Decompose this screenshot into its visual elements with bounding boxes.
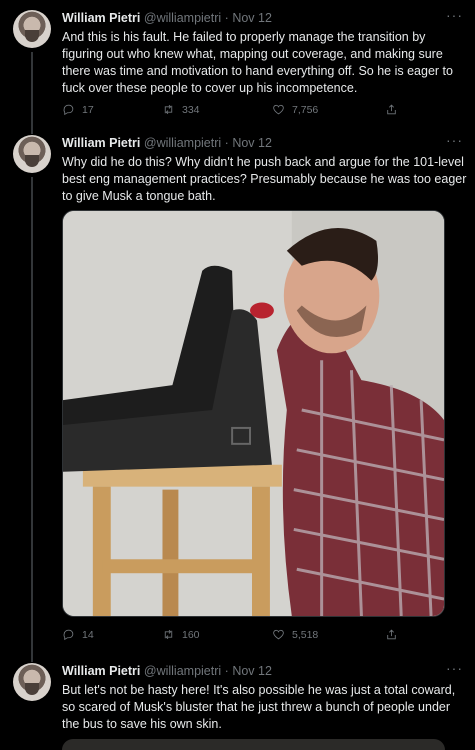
thread-line — [31, 52, 33, 128]
thread-line — [31, 650, 33, 662]
tweet-header: William Pietri @williampietri · Nov 12 — [62, 136, 272, 150]
share-button[interactable] — [385, 628, 398, 641]
tweet-text: But let's not be hasty here! It's also p… — [62, 683, 456, 731]
share-button[interactable] — [385, 103, 398, 116]
separator: · — [224, 11, 229, 25]
share-icon — [387, 104, 396, 115]
retweet-count: 160 — [182, 628, 200, 641]
retweet-button[interactable]: 334 — [162, 103, 200, 116]
tweet-date[interactable]: Nov 12 — [232, 11, 272, 25]
tweet-actions: 14 160 5,518 — [62, 628, 407, 646]
tweet-header: William Pietri @williampietri · Nov 12 — [62, 11, 272, 25]
like-count: 5,518 — [292, 628, 319, 641]
more-horizontal-icon[interactable]: ··· — [446, 7, 463, 23]
reply-count: 17 — [82, 103, 94, 116]
like-button[interactable]: 5,518 — [272, 628, 318, 641]
heart-icon — [273, 104, 284, 115]
author-handle[interactable]: @williampietri — [144, 136, 221, 150]
tweet-text: And this is his fault. He failed to prop… — [62, 30, 453, 95]
tweet-3[interactable]: William Pietri @williampietri · Nov 12 ·… — [0, 650, 475, 750]
reply-button[interactable]: 14 — [62, 628, 94, 641]
photo-illustration — [63, 211, 444, 616]
retweet-icon — [164, 629, 173, 640]
tweet-date[interactable]: Nov 12 — [232, 664, 272, 678]
share-icon — [387, 629, 396, 640]
tweet-date[interactable]: Nov 12 — [232, 136, 272, 150]
retweet-icon — [164, 104, 173, 115]
tweet-media-image[interactable] — [62, 210, 445, 617]
heart-icon — [273, 629, 284, 640]
reply-icon — [63, 629, 74, 641]
author-name[interactable]: William Pietri — [62, 136, 140, 150]
author-handle[interactable]: @williampietri — [144, 664, 221, 678]
author-handle[interactable]: @williampietri — [144, 11, 221, 25]
retweet-count: 334 — [182, 103, 200, 116]
tweet-media-preview[interactable] — [62, 739, 445, 750]
reply-button[interactable]: 17 — [62, 103, 94, 116]
avatar[interactable] — [13, 135, 51, 173]
thread-line — [31, 177, 33, 650]
tweet-text: Why did he do this? Why didn't he push b… — [62, 155, 467, 203]
tweet-1[interactable]: William Pietri @williampietri · Nov 12 ·… — [0, 0, 475, 128]
reply-count: 14 — [82, 628, 94, 641]
more-horizontal-icon[interactable]: ··· — [446, 660, 463, 676]
separator: · — [224, 664, 229, 678]
author-name[interactable]: William Pietri — [62, 664, 140, 678]
author-name[interactable]: William Pietri — [62, 11, 140, 25]
avatar[interactable] — [13, 10, 51, 48]
avatar[interactable] — [13, 663, 51, 701]
more-horizontal-icon[interactable]: ··· — [446, 132, 463, 148]
separator: · — [224, 136, 229, 150]
thread-line — [31, 128, 33, 134]
tweet-header: William Pietri @williampietri · Nov 12 — [62, 664, 272, 678]
like-count: 7,756 — [292, 103, 319, 116]
like-button[interactable]: 7,756 — [272, 103, 318, 116]
reply-icon — [63, 104, 74, 116]
tweet-actions: 17 334 7,756 — [62, 103, 407, 121]
retweet-button[interactable]: 160 — [162, 628, 200, 641]
